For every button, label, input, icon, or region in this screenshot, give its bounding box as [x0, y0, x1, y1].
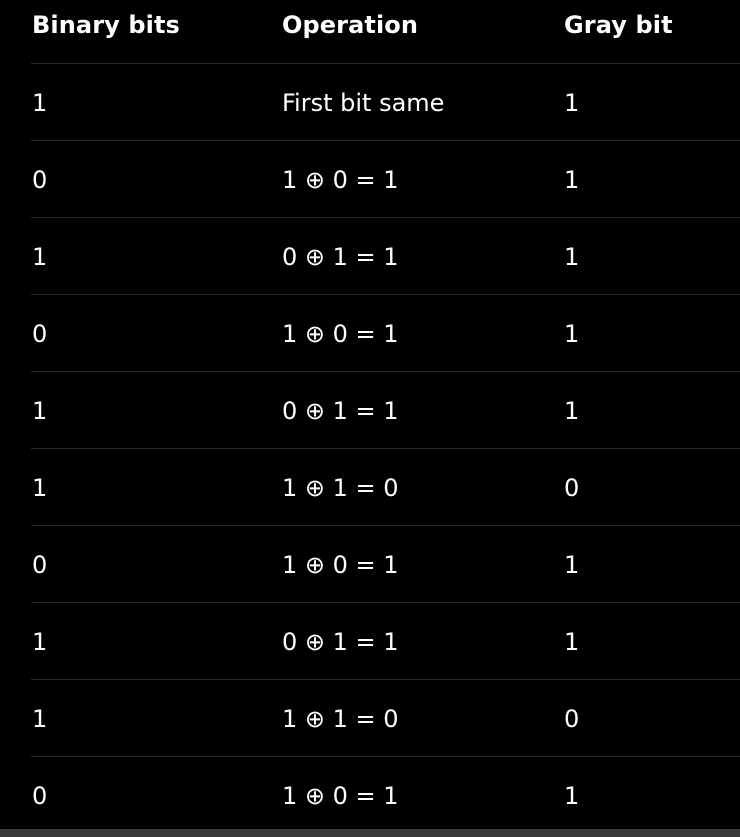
binary-bit-cell: 0 [32, 782, 48, 810]
operation-cell: 0 ⊕ 1 = 1 [282, 243, 399, 271]
gray-bit-cell: 1 [564, 166, 580, 194]
table-row: 1 1 ⊕ 1 = 0 0 [31, 449, 740, 526]
bottom-bar [0, 829, 740, 837]
table-row: 1 1 ⊕ 1 = 0 0 [31, 680, 740, 757]
table-row: 0 1 ⊕ 0 = 1 1 [31, 526, 740, 603]
binary-bit-cell: 1 [32, 89, 48, 117]
operation-cell: 1 ⊕ 0 = 1 [282, 320, 399, 348]
gray-bit-cell: 1 [564, 320, 580, 348]
operation-cell: 1 ⊕ 0 = 1 [282, 166, 399, 194]
table-row: 1 First bit same 1 [31, 64, 740, 141]
operation-cell: 0 ⊕ 1 = 1 [282, 628, 399, 656]
operation-cell: 1 ⊕ 1 = 0 [282, 474, 399, 502]
table-row: 1 0 ⊕ 1 = 1 1 [31, 372, 740, 449]
gray-bit-cell: 1 [564, 782, 580, 810]
operation-cell: First bit same [282, 89, 445, 117]
header-operation: Operation [282, 11, 419, 39]
table-row: 1 0 ⊕ 1 = 1 1 [31, 603, 740, 680]
binary-bit-cell: 1 [32, 628, 48, 656]
binary-bit-cell: 0 [32, 320, 48, 348]
table-header: Binary bits Operation Gray bit [31, 0, 740, 64]
binary-bit-cell: 1 [32, 474, 48, 502]
gray-bit-cell: 1 [564, 89, 580, 117]
operation-cell: 1 ⊕ 1 = 0 [282, 705, 399, 733]
gray-bit-cell: 1 [564, 397, 580, 425]
binary-bit-cell: 1 [32, 243, 48, 271]
operation-cell: 1 ⊕ 0 = 1 [282, 782, 399, 810]
operation-cell: 0 ⊕ 1 = 1 [282, 397, 399, 425]
operation-cell: 1 ⊕ 0 = 1 [282, 551, 399, 579]
binary-bit-cell: 1 [32, 397, 48, 425]
table-row: 0 1 ⊕ 0 = 1 1 [31, 757, 740, 834]
header-gray-bit: Gray bit [564, 11, 673, 39]
binary-bit-cell: 1 [32, 705, 48, 733]
binary-bit-cell: 0 [32, 166, 48, 194]
conversion-table: Binary bits Operation Gray bit 1 First b… [31, 0, 740, 834]
gray-bit-cell: 0 [564, 474, 580, 502]
header-binary-bits: Binary bits [32, 11, 180, 39]
gray-bit-cell: 1 [564, 628, 580, 656]
binary-bit-cell: 0 [32, 551, 48, 579]
table-row: 1 0 ⊕ 1 = 1 1 [31, 218, 740, 295]
gray-bit-cell: 0 [564, 705, 580, 733]
table-row: 0 1 ⊕ 0 = 1 1 [31, 141, 740, 218]
table-row: 0 1 ⊕ 0 = 1 1 [31, 295, 740, 372]
gray-bit-cell: 1 [564, 243, 580, 271]
gray-bit-cell: 1 [564, 551, 580, 579]
